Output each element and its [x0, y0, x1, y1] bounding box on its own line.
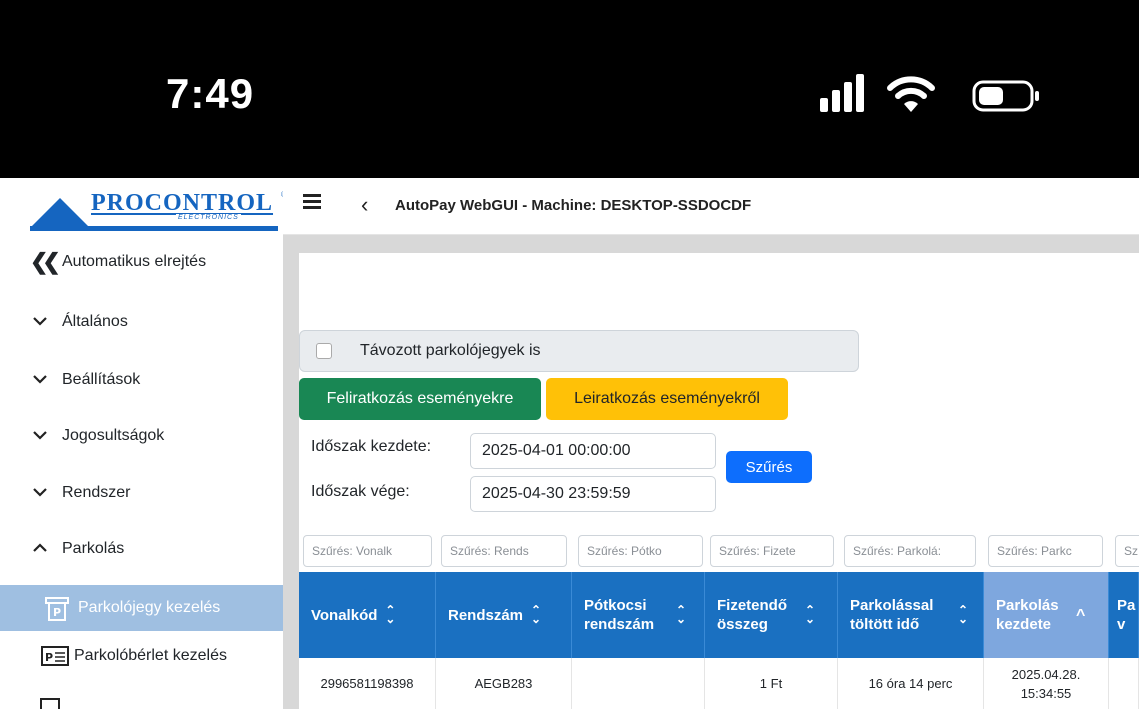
period-start-label: Időszak kezdete:: [311, 438, 432, 455]
departed-tickets-checkbox-group[interactable]: Távozott parkolójegyek is: [299, 330, 859, 372]
sidebar-item-parkolojegy-kezeles[interactable]: P Parkolójegy kezelés: [0, 585, 283, 631]
cell-parkolas-kezdete: 2025.04.28. 15:34:55: [984, 658, 1109, 709]
period-end-input[interactable]: 2025-04-30 23:59:59: [470, 476, 716, 512]
cell-rendszam: AEGB283: [436, 658, 572, 709]
content-panel: Távozott parkolójegyek is Feliratkozás e…: [299, 253, 1139, 709]
next-item-icon: [40, 698, 60, 709]
column-filter-row: Szűrés: Vonalk Szűrés: Rends Szűrés: Pót…: [299, 535, 1139, 569]
sort-icon: ⌃ ⌄: [531, 603, 542, 626]
chevron-up-icon: [30, 540, 50, 558]
departed-tickets-label: Távozott parkolójegyek is: [360, 342, 541, 359]
cell-parkolassal: 16 óra 14 perc: [838, 658, 984, 709]
sort-icon: ⌃ ⌄: [385, 603, 396, 626]
period-start-input[interactable]: 2025-04-01 00:00:00: [470, 433, 716, 469]
double-chevron-left-icon: ❮❮: [30, 249, 61, 274]
chevron-down-icon: [30, 484, 50, 502]
sidebar-section-label: Rendszer: [62, 484, 131, 501]
cell-vonalkod: 2996581198398: [299, 658, 436, 709]
column-header-vonalkod[interactable]: Vonalkód ⌃ ⌄: [299, 572, 436, 658]
filter-fizetendo-input[interactable]: Szűrés: Fizete: [710, 535, 834, 567]
logo-triangle-icon: [30, 198, 90, 228]
sidebar-section-rendszer[interactable]: Rendszer: [0, 473, 283, 513]
column-header-label: Parkolás kezdete: [996, 597, 1059, 633]
filter-rendszam-input[interactable]: Szűrés: Rends: [441, 535, 567, 567]
parking-pass-icon: P: [40, 644, 69, 668]
hamburger-menu-icon[interactable]: [303, 194, 323, 212]
subscribe-events-button[interactable]: Feliratkozás eseményekre: [299, 378, 541, 420]
column-header-parkolassal[interactable]: Parkolással töltött idő ⌃ ⌄: [838, 572, 984, 658]
filter-next-input[interactable]: Sz: [1115, 535, 1139, 567]
column-header-label: Pótkocsi rendszám: [584, 597, 655, 633]
chevron-down-icon: [30, 427, 50, 445]
column-header-fizetendo[interactable]: Fizetendő összeg ⌃ ⌄: [705, 572, 838, 658]
sidebar-section-label: Parkolás: [62, 540, 125, 557]
departed-tickets-checkbox[interactable]: [316, 343, 332, 359]
logo-subtitle: ELECTRONICS: [176, 214, 241, 221]
back-chevron-icon[interactable]: ‹: [361, 192, 368, 218]
chevron-down-icon: [30, 313, 50, 331]
parking-ticket-icon: P: [44, 596, 70, 621]
column-header-label: Pa v: [1117, 597, 1136, 633]
sidebar-section-label: Beállítások: [62, 371, 141, 388]
sort-ascending-icon: ^: [1076, 606, 1086, 624]
svg-text:P: P: [45, 651, 53, 664]
sidebar-section-label: Jogosultságok: [62, 427, 165, 444]
sidebar-item-label: Parkolóbérlet kezelés: [74, 647, 227, 664]
column-header-label: Fizetendő összeg: [717, 597, 787, 633]
status-time: 7:49: [166, 70, 255, 117]
sidebar-section-altalanos[interactable]: Általános: [0, 302, 283, 342]
svg-text:P: P: [53, 606, 61, 619]
sidebar-item-label: Parkolójegy kezelés: [78, 599, 221, 616]
top-navbar: ‹ AutoPay WebGUI - Machine: DESKTOP-SSDO…: [283, 178, 1139, 235]
column-header-rendszam[interactable]: Rendszám ⌃ ⌄: [436, 572, 572, 658]
unsubscribe-events-button[interactable]: Leiratkozás eseményekről: [546, 378, 788, 420]
column-header-next[interactable]: Pa v: [1109, 572, 1139, 658]
ios-status-bar: 7:49: [0, 0, 1139, 178]
filter-parkolas-kezdete-input[interactable]: Szűrés: Parkc: [988, 535, 1103, 567]
chevron-down-icon: [30, 371, 50, 389]
sidebar: PROCONTROL ® ELECTRONICS ❮❮ Automatikus …: [0, 178, 287, 709]
sidebar-section-jogosultsagok[interactable]: Jogosultságok: [0, 416, 283, 456]
signal-icon: [820, 74, 866, 112]
sidebar-item-parkoloberlet-kezeles[interactable]: P Parkolóbérlet kezelés: [0, 634, 283, 678]
page-title: AutoPay WebGUI - Machine: DESKTOP-SSDOCD…: [395, 197, 752, 214]
sidebar-section-parkolas[interactable]: Parkolás: [0, 529, 283, 569]
sidebar-section-label: Általános: [62, 313, 128, 330]
filter-vonalkod-input[interactable]: Szűrés: Vonalk: [303, 535, 432, 567]
logo-text: PROCONTROL: [91, 190, 274, 216]
filter-parkolassal-input[interactable]: Szűrés: Parkolá:: [844, 535, 976, 567]
column-header-parkolas-kezdete[interactable]: Parkolás kezdete ^: [984, 572, 1109, 658]
procontrol-logo: PROCONTROL ® ELECTRONICS: [30, 184, 287, 231]
column-header-potkocsi[interactable]: Pótkocsi rendszám ⌃ ⌄: [572, 572, 705, 658]
cell-potkocsi: [572, 658, 705, 709]
logo-underline: [30, 226, 278, 231]
sort-icon: ⌃ ⌄: [676, 603, 687, 626]
column-header-label: Vonalkód: [311, 606, 378, 624]
column-header-label: Rendszám: [448, 606, 524, 624]
cell-fizetendo: 1 Ft: [705, 658, 838, 709]
period-end-label: Időszak vége:: [311, 483, 410, 500]
cell-next: [1109, 658, 1139, 709]
sidebar-section-beallitasok[interactable]: Beállítások: [0, 360, 283, 400]
table-body: 2996581198398 AEGB283 1 Ft 16 óra 14 per…: [299, 658, 1139, 709]
sort-icon: ⌃ ⌄: [958, 603, 969, 626]
filter-button[interactable]: Szűrés: [726, 451, 812, 483]
column-header-label: Parkolással töltött idő: [850, 597, 934, 633]
auto-hide-label: Automatikus elrejtés: [62, 253, 207, 270]
content-area: Távozott parkolójegyek is Feliratkozás e…: [283, 235, 1139, 709]
filter-potkocsi-input[interactable]: Szűrés: Pótko: [578, 535, 703, 567]
battery-icon: [972, 80, 1039, 112]
wifi-icon: [887, 76, 935, 112]
auto-hide-toggle[interactable]: ❮❮ Automatikus elrejtés: [0, 242, 283, 282]
table-header: Vonalkód ⌃ ⌄ Rendszám ⌃ ⌄ Pótkocsi rendszá…: [299, 572, 1139, 658]
sort-icon: ⌃ ⌄: [805, 603, 816, 626]
